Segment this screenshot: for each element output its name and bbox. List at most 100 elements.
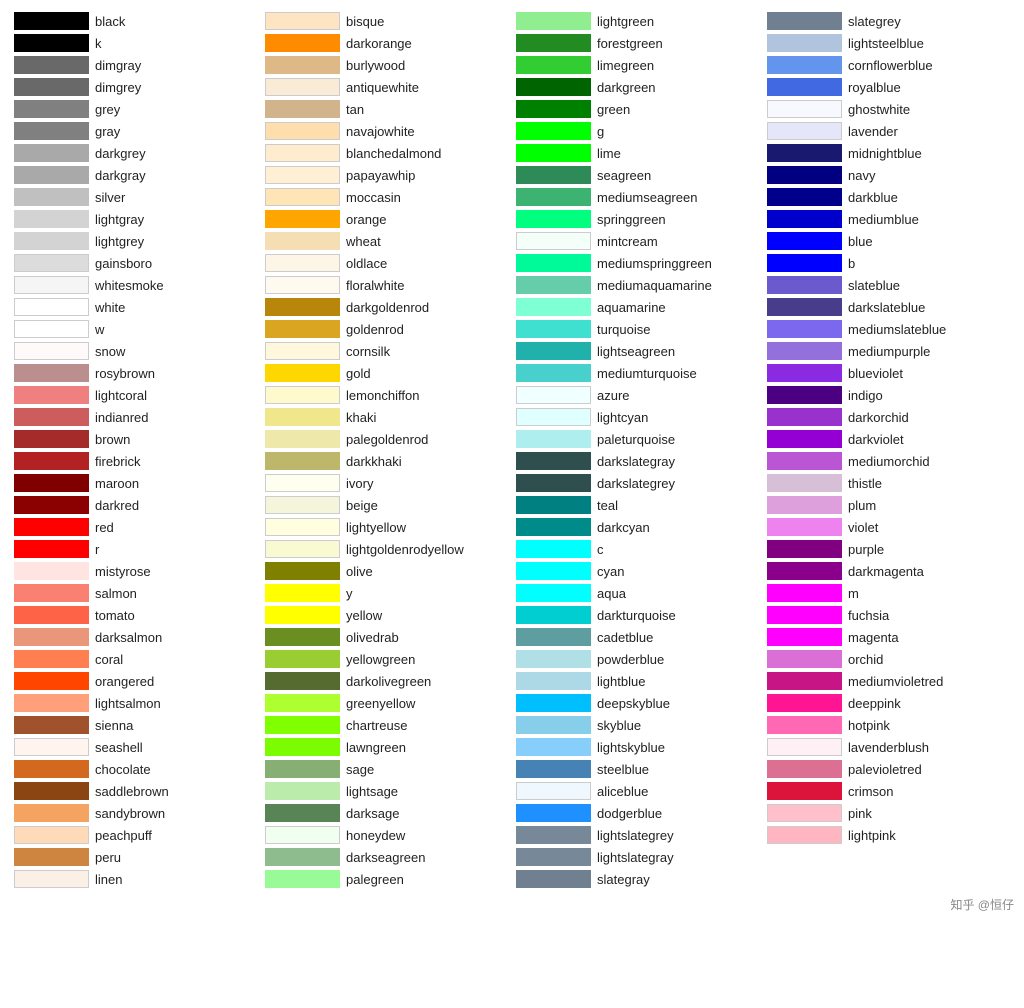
color-swatch <box>265 562 340 580</box>
color-row: tan <box>261 98 512 120</box>
color-swatch <box>516 826 591 844</box>
color-row: orchid <box>763 648 1014 670</box>
color-name-label: oldlace <box>346 256 387 271</box>
color-row: deeppink <box>763 692 1014 714</box>
color-row: floralwhite <box>261 274 512 296</box>
color-swatch <box>14 144 89 162</box>
color-row: turquoise <box>512 318 763 340</box>
color-name-label: mediumorchid <box>848 454 930 469</box>
color-swatch <box>265 606 340 624</box>
color-swatch <box>14 760 89 778</box>
color-name-label: slategray <box>597 872 650 887</box>
color-name-label: darkviolet <box>848 432 904 447</box>
color-row: dimgray <box>10 54 261 76</box>
color-swatch <box>265 320 340 338</box>
color-swatch <box>265 364 340 382</box>
color-swatch <box>767 78 842 96</box>
column-1: bisquedarkorangeburlywoodantiquewhitetan… <box>261 10 512 890</box>
color-swatch <box>14 254 89 272</box>
color-name-label: gainsboro <box>95 256 152 271</box>
color-row: snow <box>10 340 261 362</box>
color-row: slateblue <box>763 274 1014 296</box>
color-swatch <box>767 188 842 206</box>
color-name-label: lightskyblue <box>597 740 665 755</box>
color-swatch <box>265 694 340 712</box>
color-name-label: khaki <box>346 410 376 425</box>
color-row: lightyellow <box>261 516 512 538</box>
color-row: mediumseagreen <box>512 186 763 208</box>
color-row: darkred <box>10 494 261 516</box>
color-row: mediumorchid <box>763 450 1014 472</box>
color-row: lightgreen <box>512 10 763 32</box>
color-name-label: gold <box>346 366 371 381</box>
color-name-label: olive <box>346 564 373 579</box>
color-name-label: peru <box>95 850 121 865</box>
color-row: lightsteelblue <box>763 32 1014 54</box>
color-swatch <box>14 122 89 140</box>
color-name-label: whitesmoke <box>95 278 164 293</box>
color-swatch <box>14 34 89 52</box>
color-row: honeydew <box>261 824 512 846</box>
color-row: darkslateblue <box>763 296 1014 318</box>
color-name-label: green <box>597 102 630 117</box>
color-row: mintcream <box>512 230 763 252</box>
color-swatch <box>767 34 842 52</box>
color-swatch <box>516 430 591 448</box>
color-swatch <box>265 738 340 756</box>
color-swatch <box>516 848 591 866</box>
color-name-label: bisque <box>346 14 384 29</box>
color-name-label: saddlebrown <box>95 784 169 799</box>
color-name-label: blanchedalmond <box>346 146 441 161</box>
color-swatch <box>516 166 591 184</box>
color-row: coral <box>10 648 261 670</box>
color-name-label: goldenrod <box>346 322 404 337</box>
color-row: salmon <box>10 582 261 604</box>
color-swatch <box>767 12 842 30</box>
color-swatch <box>265 386 340 404</box>
color-swatch <box>516 694 591 712</box>
color-row: aliceblue <box>512 780 763 802</box>
color-name-label: firebrick <box>95 454 141 469</box>
color-name-label: darkkhaki <box>346 454 402 469</box>
color-name-label: hotpink <box>848 718 890 733</box>
color-row: seagreen <box>512 164 763 186</box>
color-name-label: honeydew <box>346 828 405 843</box>
color-row: darksage <box>261 802 512 824</box>
color-swatch <box>14 12 89 30</box>
color-row: mediumspringgreen <box>512 252 763 274</box>
color-name-label: mediumblue <box>848 212 919 227</box>
color-row: navajowhite <box>261 120 512 142</box>
color-row: lightgrey <box>10 230 261 252</box>
color-swatch <box>14 298 89 316</box>
color-row: lightcoral <box>10 384 261 406</box>
color-name-label: mediumaquamarine <box>597 278 712 293</box>
color-swatch <box>14 408 89 426</box>
color-name-label: aliceblue <box>597 784 648 799</box>
color-row: springgreen <box>512 208 763 230</box>
color-name-label: purple <box>848 542 884 557</box>
color-row: gainsboro <box>10 252 261 274</box>
color-swatch <box>14 210 89 228</box>
color-row: ghostwhite <box>763 98 1014 120</box>
color-swatch <box>516 716 591 734</box>
color-name-label: papayawhip <box>346 168 415 183</box>
color-name-label: floralwhite <box>346 278 405 293</box>
color-row: pink <box>763 802 1014 824</box>
color-row: magenta <box>763 626 1014 648</box>
color-swatch <box>516 56 591 74</box>
color-row: lawngreen <box>261 736 512 758</box>
color-row: darkgoldenrod <box>261 296 512 318</box>
color-swatch <box>14 100 89 118</box>
color-name-label: w <box>95 322 104 337</box>
color-swatch <box>265 716 340 734</box>
color-swatch <box>767 408 842 426</box>
color-row: maroon <box>10 472 261 494</box>
color-name-label: crimson <box>848 784 894 799</box>
color-row: blue <box>763 230 1014 252</box>
color-name-label: palegoldenrod <box>346 432 428 447</box>
color-row: brown <box>10 428 261 450</box>
color-swatch <box>516 78 591 96</box>
color-name-label: springgreen <box>597 212 666 227</box>
color-swatch <box>14 474 89 492</box>
color-name-label: lime <box>597 146 621 161</box>
